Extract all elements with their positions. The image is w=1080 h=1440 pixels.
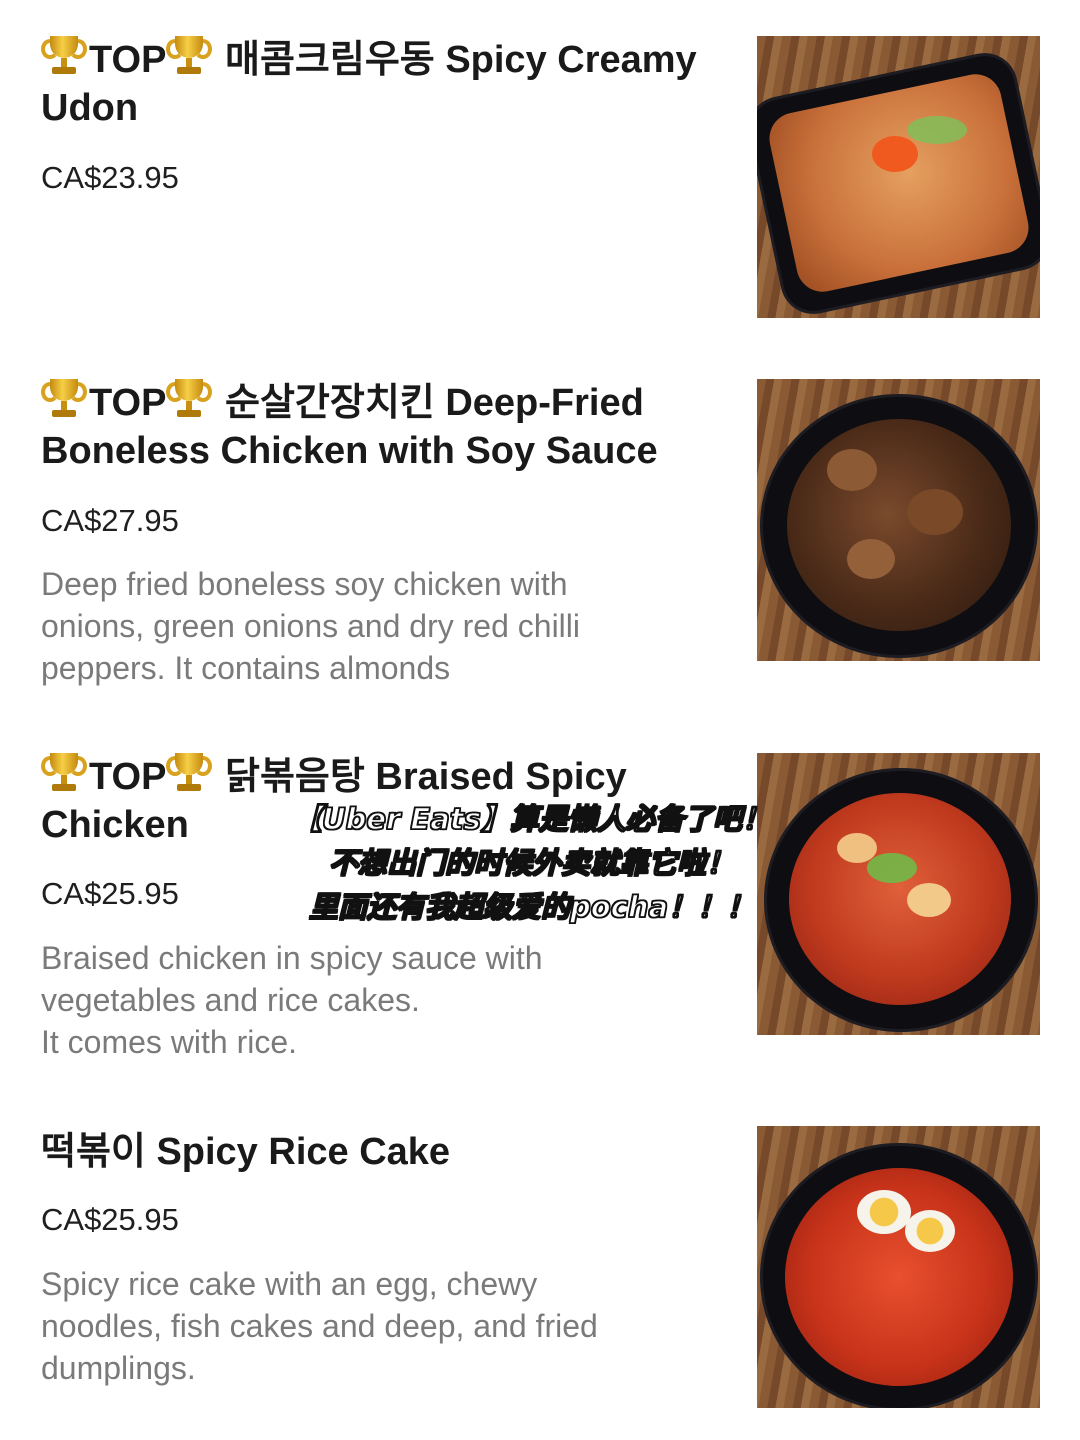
caption-line: 【Uber Eats】算是懒人必备了吧！ xyxy=(292,801,771,837)
item-title-text: 떡볶이 Spicy Rice Cake xyxy=(41,1131,451,1173)
trophy-icon xyxy=(166,36,213,76)
spicy-creamy-udon-photo[interactable] xyxy=(757,36,1040,318)
item-description: Braised chicken in spicy sauce with vege… xyxy=(41,940,543,1060)
item-price: CA$25.95 xyxy=(41,1202,179,1237)
item-title: TOP 매콤크림우동 Spicy Creamy Udon xyxy=(41,36,731,132)
item-price: CA$23.95 xyxy=(41,160,179,195)
caption-line: 不想出门的时候外卖就靠它啦！ xyxy=(328,845,736,881)
top-badge: TOP xyxy=(89,756,167,798)
item-price: CA$25.95 xyxy=(41,876,179,911)
soy-chicken-photo[interactable] xyxy=(757,379,1040,661)
item-title: 떡볶이 Spicy Rice Cake xyxy=(41,1128,731,1176)
top-badge: TOP xyxy=(89,39,167,81)
top-badge: TOP xyxy=(89,382,167,424)
item-description: Spicy rice cake with an egg, chewy noodl… xyxy=(41,1266,598,1386)
trophy-icon xyxy=(166,379,213,419)
trophy-icon xyxy=(166,753,213,793)
trophy-icon xyxy=(41,753,87,793)
trophy-icon xyxy=(41,36,87,76)
item-price: CA$27.95 xyxy=(41,503,179,538)
caption-overlay: 【Uber Eats】算是懒人必备了吧！ 不想出门的时候外卖就靠它啦！ 里面还有… xyxy=(252,797,812,929)
trophy-icon xyxy=(41,379,87,419)
caption-line: 里面还有我超级爱的pocha！！！ xyxy=(308,889,756,925)
item-description: Deep fried boneless soy chicken with oni… xyxy=(41,566,580,686)
spicy-rice-cake-photo[interactable] xyxy=(757,1126,1040,1408)
item-title: TOP 순살간장치킨 Deep-Fried Boneless Chicken w… xyxy=(41,379,731,475)
